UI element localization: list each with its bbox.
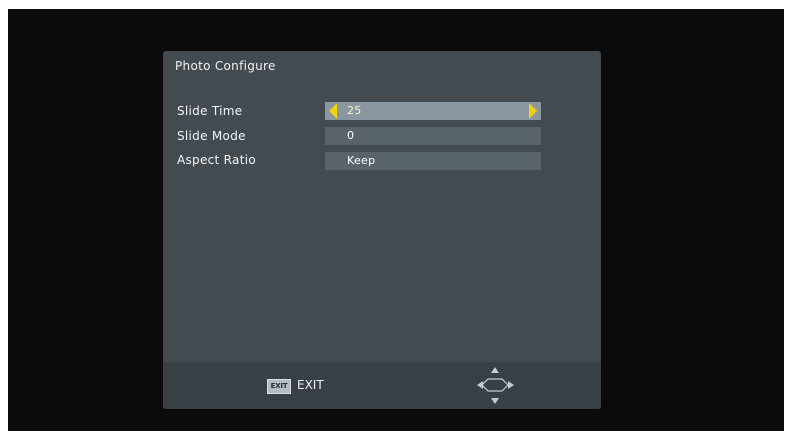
slide-mode-selector[interactable]: 0 [325, 127, 541, 145]
panel-title: Photo Configure [175, 59, 276, 73]
exit-label: EXIT [297, 378, 324, 392]
right-arrow-icon[interactable] [529, 103, 537, 119]
tv-screen: Photo Configure Slide Time 25 Slide Mode… [8, 9, 784, 431]
slide-time-selector[interactable]: 25 [325, 102, 541, 120]
photo-configure-panel: Photo Configure Slide Time 25 Slide Mode… [163, 51, 601, 409]
slide-mode-value: 0 [347, 129, 355, 142]
slide-time-label: Slide Time [177, 104, 243, 118]
slide-time-value: 25 [347, 104, 362, 117]
aspect-ratio-label: Aspect Ratio [177, 153, 256, 167]
exit-key-icon[interactable]: EXIT [267, 379, 291, 394]
directional-pad-icon [477, 367, 514, 404]
slide-mode-label: Slide Mode [177, 129, 246, 143]
left-arrow-icon[interactable] [329, 103, 337, 119]
panel-footer: EXIT EXIT [163, 362, 601, 409]
aspect-ratio-selector[interactable]: Keep [325, 152, 541, 170]
aspect-ratio-value: Keep [347, 154, 376, 167]
